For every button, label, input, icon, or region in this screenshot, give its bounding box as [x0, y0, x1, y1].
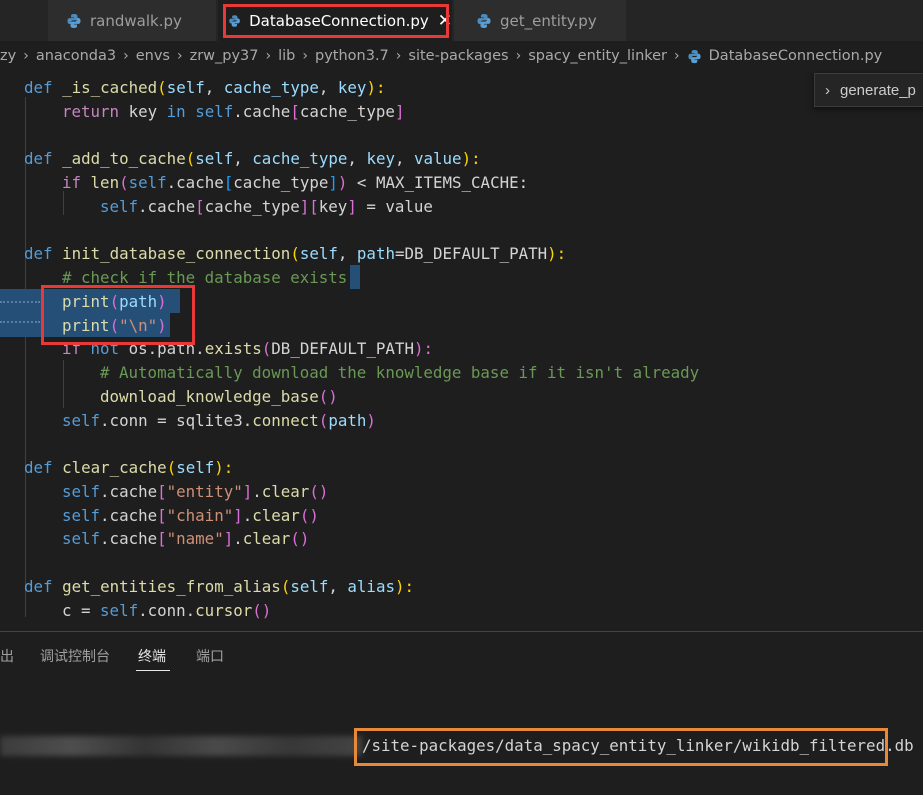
breadcrumb-item[interactable]: zy: [0, 48, 16, 64]
code-line: return key in self.cache[cache_type]: [62, 102, 405, 121]
python-file-icon: [229, 14, 240, 27]
code-line: self.cache["chain"].clear(): [62, 506, 319, 525]
chevron-right-icon: ›: [265, 48, 272, 64]
sticky-scroll-widget[interactable]: › generate_p: [814, 73, 923, 107]
active-tab-indicator: [136, 670, 170, 671]
breadcrumb-item[interactable]: site-packages: [408, 48, 508, 64]
tab-overflow-spacer: [0, 0, 46, 41]
breadcrumb-item[interactable]: python3.7: [315, 48, 389, 64]
breadcrumb: zy › anaconda3 › envs › zrw_py37 › lib › pyth…: [0, 41, 923, 71]
panel-tab-output[interactable]: 出: [0, 646, 14, 666]
code-line: def get_entities_from_alias(self, alias)…: [24, 577, 414, 596]
panel-tab-terminal[interactable]: 终端: [138, 646, 166, 666]
code-line: self.cache["entity"].clear(): [62, 482, 329, 501]
indent-guide: [25, 97, 26, 617]
breadcrumb-item[interactable]: envs: [136, 48, 170, 64]
chevron-right-icon: ›: [395, 48, 402, 64]
selection-highlight: [350, 265, 360, 289]
code-line: if not os.path.exists(DB_DEFAULT_PATH):: [62, 339, 433, 358]
chevron-right-icon: ›: [674, 48, 680, 64]
tab-databaseconnection[interactable]: DatabaseConnection.py ✕: [218, 0, 452, 41]
code-line: download_knowledge_base(): [100, 387, 338, 406]
tab-randwalk[interactable]: randwalk.py: [48, 0, 216, 41]
editor-tab-bar: randwalk.py DatabaseConnection.py ✕ get_…: [0, 0, 923, 41]
code-editor[interactable]: def _is_cached(self, cache_type, key): r…: [0, 71, 923, 631]
chevron-right-icon: ›: [302, 48, 308, 64]
code-line: print("\n"): [62, 316, 167, 335]
code-line: c = self.conn.cursor(): [62, 601, 272, 620]
outline-label: generate_p: [840, 81, 916, 99]
python-file-icon: [67, 13, 81, 28]
code-line: self.cache[cache_type][key] = value: [100, 197, 433, 216]
code-line: self.conn = sqlite3.connect(path): [62, 411, 376, 430]
code-line: self.cache["name"].clear(): [62, 529, 310, 548]
tab-get-entity[interactable]: get_entity.py: [454, 0, 626, 41]
chevron-right-icon: ›: [176, 48, 183, 64]
breadcrumb-item[interactable]: anaconda3: [36, 48, 116, 64]
selection-dots: [0, 301, 40, 303]
selection-dots: [0, 321, 40, 323]
code-line: def _add_to_cache(self, cache_type, key,…: [24, 149, 481, 168]
code-line: def clear_cache(self):: [24, 458, 234, 477]
close-icon[interactable]: ✕: [438, 12, 452, 29]
terminal-output-line[interactable]: /site-packages/data_spacy_entity_linker/…: [362, 733, 914, 759]
python-file-icon: [477, 13, 491, 28]
code-line: # Automatically download the knowledge b…: [100, 363, 700, 382]
panel-tab-ports[interactable]: 端口: [196, 646, 224, 666]
python-file-icon: [688, 49, 701, 63]
breadcrumb-file[interactable]: DatabaseConnection.py: [687, 48, 883, 64]
tab-label: get_entity.py: [500, 11, 597, 30]
breadcrumb-item[interactable]: zrw_py37: [190, 48, 259, 64]
code-line: print(path): [62, 292, 167, 311]
chevron-right-icon: ›: [123, 48, 129, 64]
code-line: def init_database_connection(self, path=…: [24, 244, 567, 263]
code-line: if len(self.cache[cache_type]) < MAX_ITE…: [62, 173, 529, 192]
code-line: def _is_cached(self, cache_type, key):: [24, 78, 386, 97]
indent-guide: [63, 360, 64, 408]
chevron-right-icon: ›: [23, 48, 29, 64]
breadcrumb-file-label: DatabaseConnection.py: [708, 48, 883, 64]
code-line: # check if the database exists: [62, 268, 348, 287]
bottom-panel: 出 调试控制台 终端 端口 /site-packages/data_spacy_…: [0, 631, 923, 795]
chevron-right-icon: ›: [515, 48, 522, 64]
redacted-path: [0, 736, 362, 756]
breadcrumb-item[interactable]: spacy_entity_linker: [528, 48, 667, 64]
breadcrumb-item[interactable]: lib: [278, 48, 295, 64]
chevron-right-icon[interactable]: ›: [825, 82, 830, 99]
panel-tab-debug-console[interactable]: 调试控制台: [40, 646, 110, 666]
tab-label: DatabaseConnection.py: [249, 11, 429, 30]
tab-label: randwalk.py: [90, 11, 182, 30]
